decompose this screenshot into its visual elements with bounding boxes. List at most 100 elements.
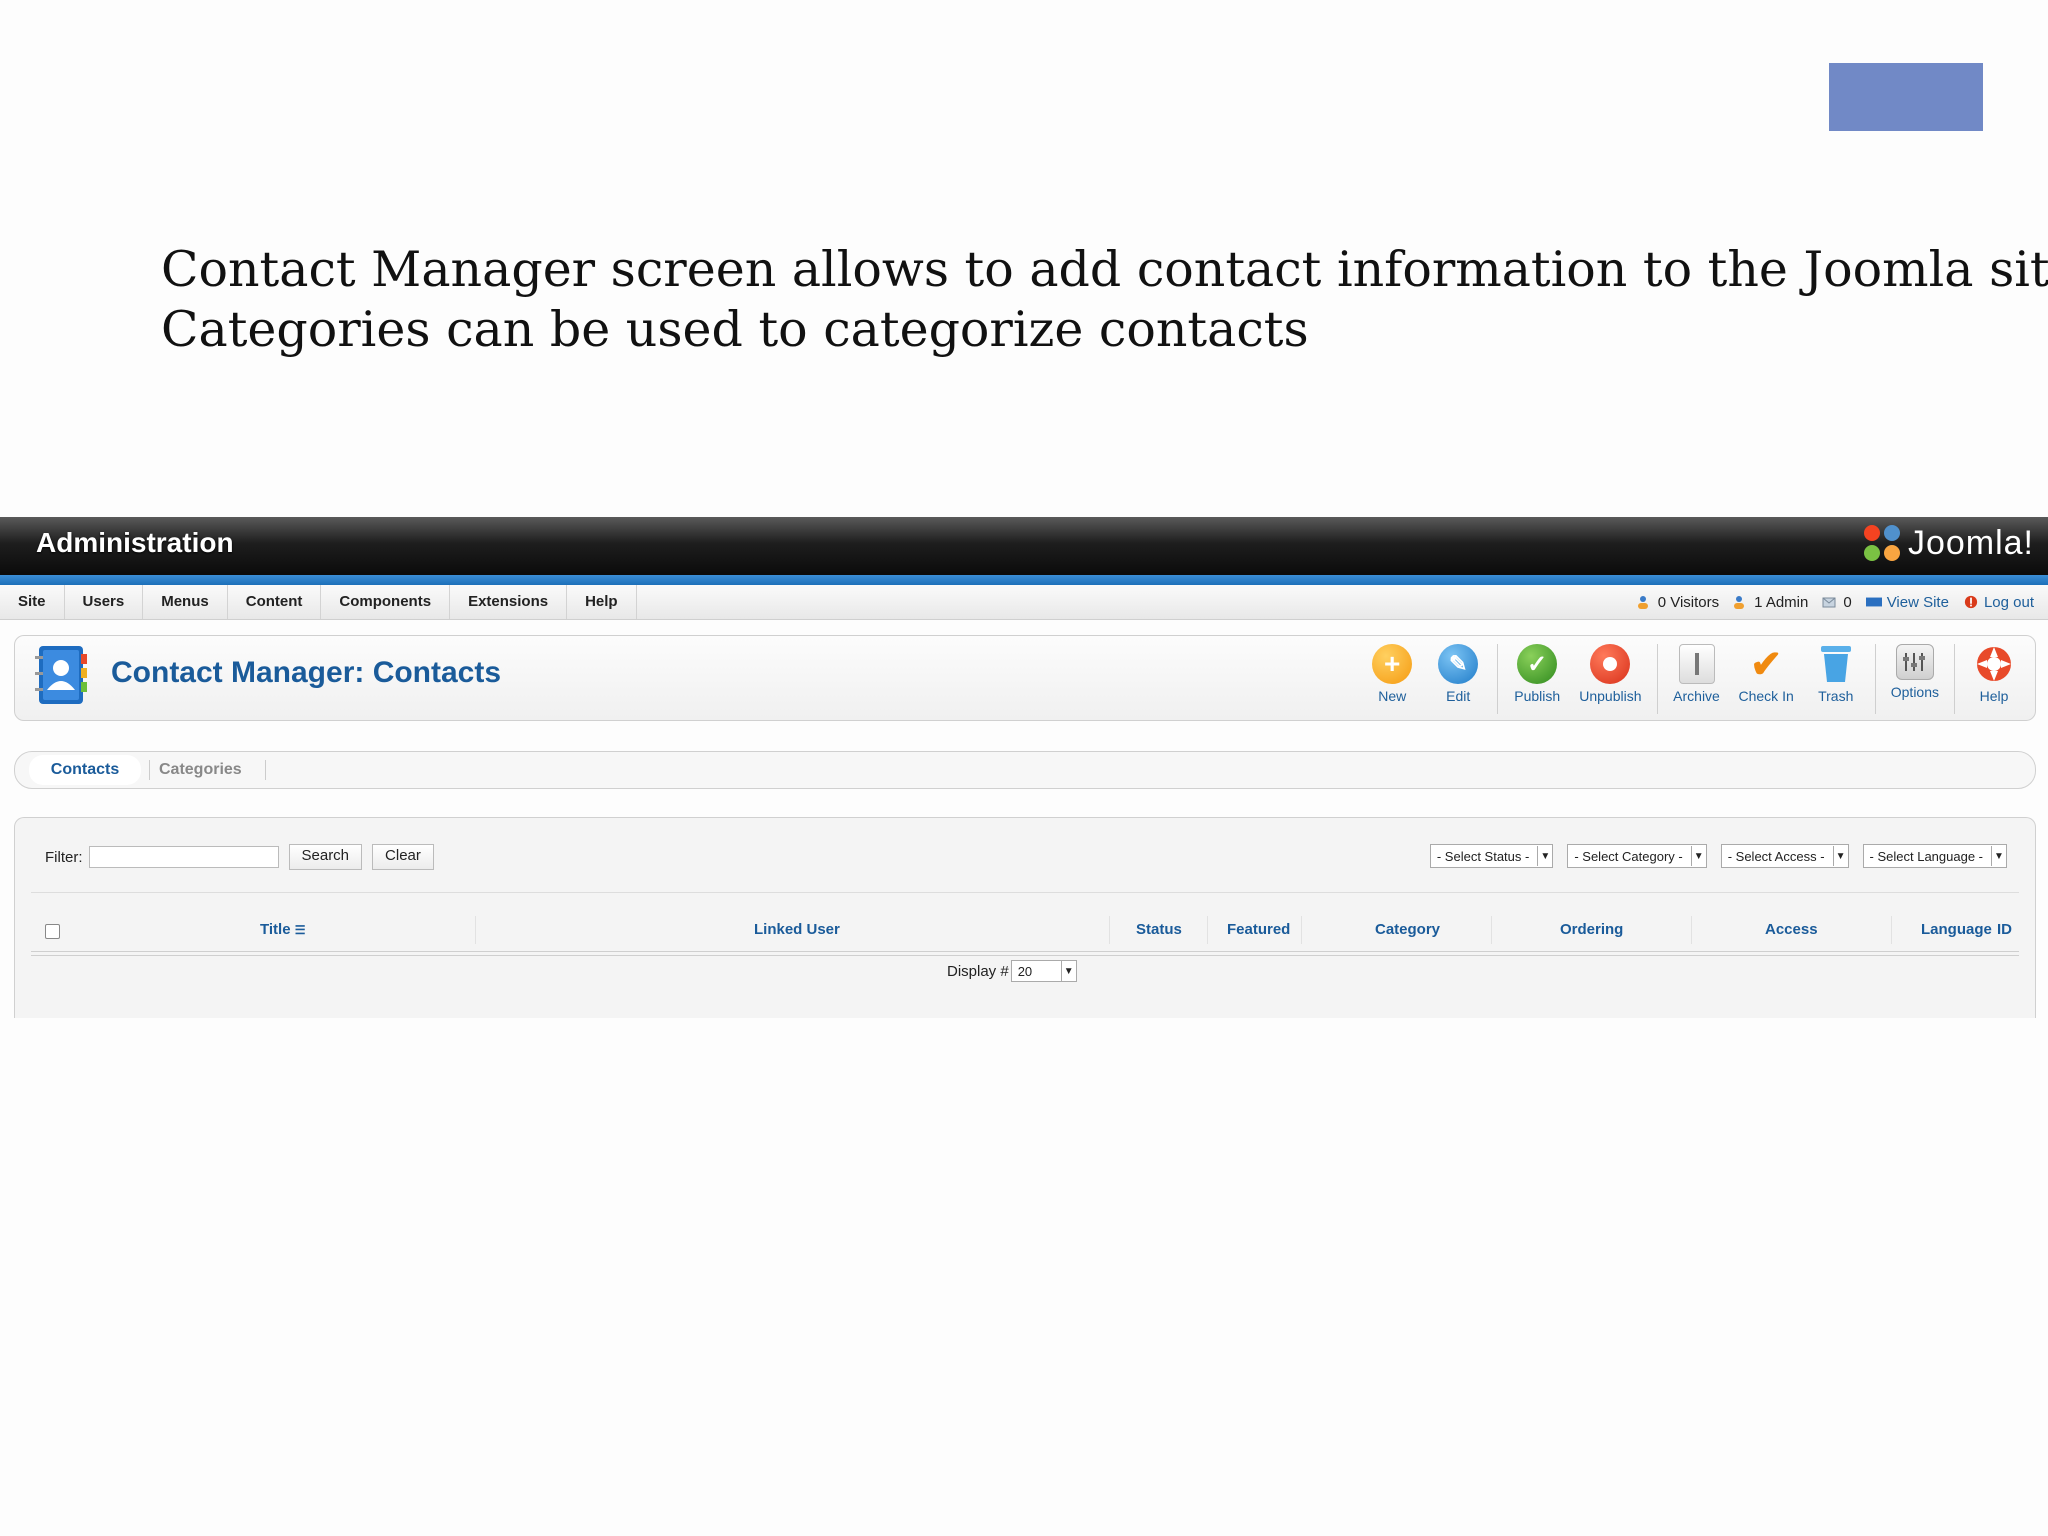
toolbar-separator — [1954, 644, 1955, 714]
unpublish-label: Unpublish — [1579, 688, 1642, 704]
admin-count: 1 Admin — [1754, 593, 1809, 611]
lifebuoy-icon — [1974, 644, 2014, 684]
publish-label: Publish — [1514, 688, 1561, 704]
publish-button[interactable]: ✓ Publish — [1504, 644, 1570, 714]
unpublish-button[interactable]: Unpublish — [1570, 644, 1650, 714]
column-linked-user[interactable]: Linked User — [754, 910, 840, 950]
messages-count: 0 — [1843, 593, 1852, 611]
sort-icon: ☰ — [294, 923, 306, 937]
joomla-admin-screenshot: Administration Joomla! Site Users Menus … — [0, 517, 2048, 1018]
category-select[interactable]: - Select Category - ▼ — [1567, 844, 1707, 868]
column-category[interactable]: Category — [1375, 910, 1440, 950]
options-sliders-icon — [1895, 644, 1934, 680]
plus-icon: + — [1372, 644, 1413, 684]
menu-help[interactable]: Help — [567, 585, 637, 619]
archive-button[interactable]: Archive — [1664, 644, 1730, 714]
column-separator — [1301, 916, 1302, 944]
chevron-down-icon: ▼ — [1537, 846, 1552, 866]
menu-components[interactable]: Components — [321, 585, 451, 619]
menu-menus[interactable]: Menus — [143, 585, 228, 619]
new-label: New — [1378, 688, 1407, 704]
column-separator — [1491, 916, 1492, 944]
toolbar-buttons: + New ✎ Edit ✓ Publish Unpublish Archive… — [1359, 644, 2027, 714]
menu-content[interactable]: Content — [228, 585, 322, 619]
contacts-book-icon — [35, 646, 87, 704]
column-ordering[interactable]: Ordering — [1560, 910, 1623, 950]
filter-divider — [31, 892, 2019, 893]
view-site-label: View Site — [1886, 593, 1949, 611]
monitor-icon — [1865, 597, 1882, 607]
column-language[interactable]: Language — [1921, 910, 1992, 950]
tab-contacts[interactable]: Contacts — [29, 755, 141, 785]
filter-input[interactable] — [88, 846, 279, 868]
tab-separator — [265, 760, 266, 780]
language-select[interactable]: - Select Language - ▼ — [1862, 844, 2007, 868]
column-separator — [1891, 916, 1892, 944]
checkin-button[interactable]: ✔ Check In — [1730, 644, 1803, 714]
logout-link[interactable]: Log out — [1963, 594, 2034, 611]
pagination-display: Display # 20 ▼ — [947, 960, 1077, 982]
language-select-value: - Select Language - — [1869, 848, 1983, 864]
chevron-down-icon: ▼ — [1060, 961, 1076, 981]
menu-site[interactable]: Site — [0, 585, 65, 619]
column-featured[interactable]: Featured — [1227, 910, 1290, 950]
search-button[interactable]: Search — [288, 844, 363, 870]
caption-line-2: Categories can be used to categorize con… — [161, 301, 1309, 358]
column-separator — [1109, 916, 1110, 944]
mail-icon — [1822, 597, 1836, 608]
column-title[interactable]: Title ☰ — [260, 910, 306, 950]
messages-status[interactable]: 0 — [1822, 593, 1852, 611]
submenu-tabs: Contacts Categories — [14, 751, 2036, 789]
options-button[interactable]: Options — [1882, 644, 1948, 714]
toolbar-separator — [1656, 644, 1658, 714]
column-separator — [1207, 916, 1208, 944]
visitors-status: 0 Visitors — [1637, 594, 1719, 611]
chevron-down-icon: ▼ — [1832, 846, 1848, 866]
checkin-checkmark-icon: ✔ — [1750, 643, 1783, 686]
options-label: Options — [1890, 684, 1939, 700]
logout-label: Log out — [1983, 593, 2034, 611]
unpublish-circle-icon — [1590, 644, 1631, 684]
view-site-link[interactable]: View Site — [1865, 593, 1949, 611]
menu-users[interactable]: Users — [65, 585, 144, 619]
toolbar-separator — [1497, 644, 1499, 714]
column-access[interactable]: Access — [1765, 910, 1818, 950]
menu-extensions[interactable]: Extensions — [450, 585, 568, 619]
admin-title: Administration — [36, 527, 234, 558]
trash-label: Trash — [1818, 688, 1854, 704]
table-header: Title ☰ Linked User Status Featured Cate… — [31, 910, 2019, 950]
help-button[interactable]: Help — [1961, 644, 2027, 714]
checkmark-icon: ✓ — [1517, 644, 1558, 684]
admin-status: 1 Admin — [1733, 594, 1808, 611]
main-menubar: Site Users Menus Content Components Exte… — [0, 585, 2048, 620]
archive-label: Archive — [1673, 688, 1720, 704]
header-stripe — [0, 575, 2048, 585]
category-select-value: - Select Category - — [1574, 848, 1683, 864]
tab-separator — [149, 760, 150, 780]
archive-icon — [1678, 644, 1715, 684]
access-select-value: - Select Access - — [1727, 848, 1825, 864]
logout-icon — [1964, 595, 1978, 609]
column-id[interactable]: ID — [1997, 910, 2012, 950]
checkin-label: Check In — [1738, 688, 1794, 704]
table-header-border — [31, 951, 2019, 956]
page-title: Contact Manager: Contacts — [111, 656, 502, 689]
display-limit-select[interactable]: 20 ▼ — [1010, 960, 1077, 982]
display-limit-value: 20 — [1017, 963, 1033, 979]
tab-categories[interactable]: Categories — [159, 752, 242, 788]
clear-button[interactable]: Clear — [372, 844, 434, 870]
display-label: Display # — [947, 962, 1009, 980]
visitors-icon — [1637, 596, 1648, 609]
chevron-down-icon: ▼ — [1991, 846, 2006, 866]
trash-button[interactable]: Trash — [1803, 644, 1869, 714]
help-label: Help — [1979, 688, 2009, 704]
column-status[interactable]: Status — [1136, 910, 1182, 950]
edit-button[interactable]: ✎ Edit — [1425, 644, 1491, 714]
new-button[interactable]: + New — [1359, 644, 1425, 714]
slide-caption: Contact Manager screen allows to add con… — [161, 240, 2048, 360]
column-separator — [1691, 916, 1692, 944]
status-select[interactable]: - Select Status - ▼ — [1429, 844, 1554, 868]
access-select[interactable]: - Select Access - ▼ — [1720, 844, 1849, 868]
edit-label: Edit — [1446, 688, 1471, 704]
column-title-label: Title — [260, 921, 291, 938]
